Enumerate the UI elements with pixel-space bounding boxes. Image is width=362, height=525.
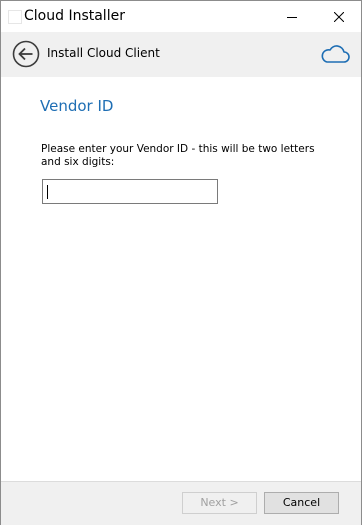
installer-window: Cloud Installer Install Cloud Client Ven… (0, 0, 362, 525)
content-area: Vendor ID Please enter your Vendor ID - … (1, 77, 361, 481)
next-button[interactable]: Next > (182, 492, 257, 514)
window-title: Cloud Installer (24, 8, 125, 24)
back-button[interactable] (12, 40, 40, 68)
minimize-button[interactable] (269, 1, 314, 32)
cloud-icon (319, 42, 351, 66)
text-caret (47, 185, 48, 199)
vendor-id-input[interactable] (42, 179, 218, 204)
page-title: Vendor ID (40, 97, 114, 115)
title-bar[interactable]: Cloud Installer (1, 1, 361, 32)
close-icon (333, 11, 344, 23)
app-icon (8, 10, 22, 24)
cancel-button[interactable]: Cancel (264, 492, 339, 514)
wizard-title: Install Cloud Client (47, 46, 160, 60)
wizard-header: Install Cloud Client (1, 32, 361, 77)
close-button[interactable] (316, 1, 361, 32)
minimize-icon (286, 17, 297, 18)
back-arrow-icon (12, 40, 40, 68)
vendor-id-prompt: Please enter your Vendor ID - this will … (41, 143, 315, 168)
wizard-footer: Next > Cancel (1, 481, 361, 525)
